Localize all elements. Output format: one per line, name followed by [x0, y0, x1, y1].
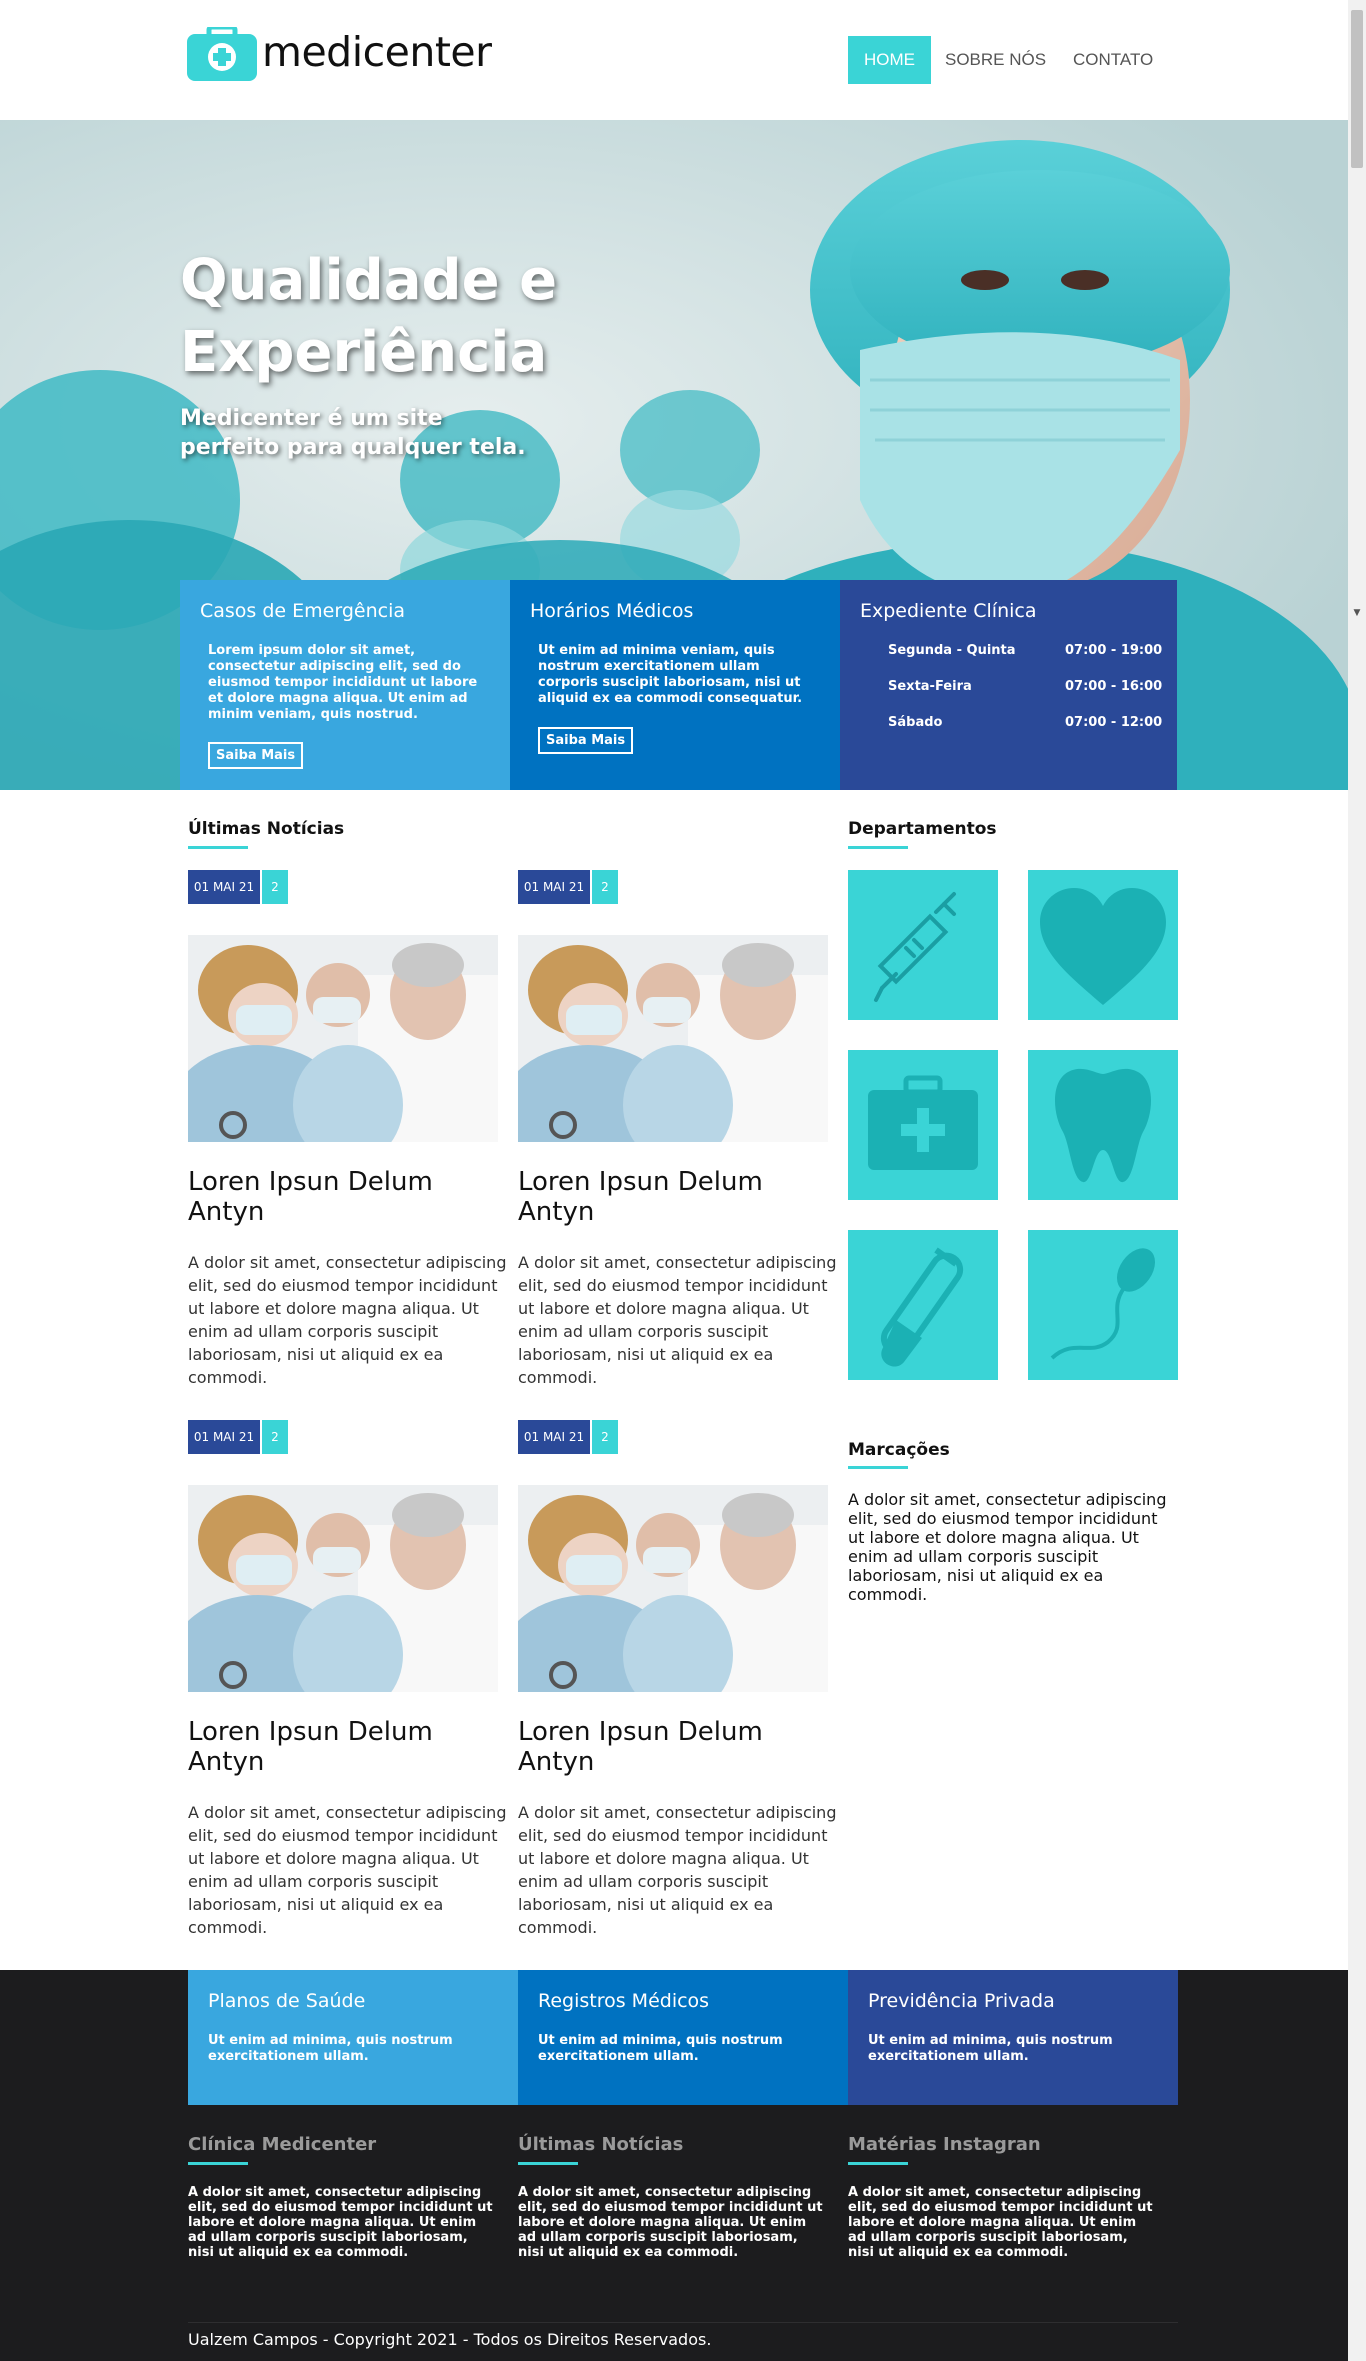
nav-sobre-nos[interactable]: SOBRE NÓS	[945, 36, 1046, 84]
post-image[interactable]	[188, 935, 498, 1142]
post-excerpt: A dolor sit amet, consectetur adipiscing…	[188, 1253, 507, 1387]
schedule-time: 07:00 - 19:00	[1065, 643, 1163, 658]
page-scrollbar[interactable]	[1348, 0, 1366, 2361]
heart-icon	[1040, 888, 1166, 1005]
post-title[interactable]: Loren Ipsun Delum Antyn	[518, 1717, 818, 1777]
footer-instagram-text: A dolor sit amet, consectetur adipiscing…	[848, 2185, 1153, 2260]
doctor-hours-title: Horários Médicos	[530, 600, 694, 622]
plan-text: Ut enim ad minima, quis nostrum exercita…	[208, 2033, 453, 2064]
post-excerpt: A dolor sit amet, consectetur adipiscing…	[518, 1253, 837, 1387]
post-date-badge: 01 MAI 21	[518, 1420, 590, 1454]
schedule-day: Sábado	[888, 715, 943, 730]
dept-tile-dental[interactable]	[1028, 1050, 1178, 1200]
scrollbar-thumb[interactable]	[1351, 10, 1363, 168]
site-header: medicenter HOME SOBRE NÓS CONTATO	[0, 0, 1348, 120]
post-excerpt: A dolor sit amet, consectetur adipiscing…	[518, 1803, 837, 1937]
doctors-photo	[188, 935, 498, 1142]
post-image[interactable]	[188, 1485, 498, 1692]
syringe-icon	[874, 892, 956, 1002]
post-date-badge: 01 MAI 21	[188, 870, 260, 904]
schedule-day: Segunda - Quinta	[888, 643, 1016, 658]
post-image[interactable]	[518, 1485, 828, 1692]
clinic-hours-box: Expediente Clínica Segunda - Quinta 07:0…	[840, 580, 1177, 790]
plan-title[interactable]: Registros Médicos	[538, 1990, 709, 2012]
clinic-hours-title: Expediente Clínica	[860, 600, 1037, 622]
post-image[interactable]	[518, 935, 828, 1142]
dept-tile-cardiology[interactable]	[1028, 870, 1178, 1020]
doctors-photo	[518, 1485, 828, 1692]
news-heading: Últimas Notícias	[188, 819, 345, 839]
doctor-hours-text: Ut enim ad minima veniam, quis nostrum e…	[538, 643, 803, 706]
schedule-time: 07:00 - 16:00	[1065, 679, 1163, 694]
doctor-hours-box: Horários Médicos Ut enim ad minima venia…	[510, 580, 840, 790]
post-title[interactable]: Loren Ipsun Delum Antyn	[188, 1167, 488, 1227]
dept-tile-laboratory[interactable]	[848, 1230, 998, 1380]
sperm-icon	[1050, 1248, 1156, 1360]
footer-heading-news: Últimas Notícias	[518, 2134, 684, 2155]
post-comment-count[interactable]: 2	[592, 870, 618, 904]
post-comment-count[interactable]: 2	[262, 870, 288, 904]
private-pension-box[interactable]: Previdência Privada Ut enim ad minima, q…	[848, 1970, 1178, 2105]
schedule-time: 07:00 - 12:00	[1065, 715, 1163, 730]
emergency-box: Casos de Emergência Lorem ipsum dolor si…	[180, 580, 510, 790]
footer-clinic-text: A dolor sit amet, consectetur adipiscing…	[188, 2185, 493, 2260]
emergency-title: Casos de Emergência	[200, 600, 406, 622]
post-title[interactable]: Loren Ipsun Delum Antyn	[518, 1167, 818, 1227]
tags-heading-underline	[848, 1466, 908, 1469]
dept-tile-syringe[interactable]	[848, 870, 998, 1020]
doctor-hours-more-button[interactable]: Saiba Mais	[538, 727, 634, 754]
footer-heading-instagram: Matérias Instagran	[848, 2134, 1041, 2155]
emergency-text: Lorem ipsum dolor sit amet, consectetur …	[208, 643, 478, 722]
plan-text: Ut enim ad minima, quis nostrum exercita…	[868, 2033, 1113, 2064]
schedule-day: Sexta-Feira	[888, 679, 972, 694]
scroll-down-arrow-icon[interactable]: ▼	[1351, 608, 1363, 622]
departments-heading: Departamentos	[848, 819, 997, 839]
plan-title[interactable]: Planos de Saúde	[208, 1990, 365, 2012]
plan-title[interactable]: Previdência Privada	[868, 1990, 1055, 2012]
test-tube-icon	[880, 1247, 964, 1367]
dept-tile-fertility[interactable]	[1028, 1230, 1178, 1380]
plan-text: Ut enim ad minima, quis nostrum exercita…	[538, 2033, 783, 2064]
footer-heading-clinic: Clínica Medicenter	[188, 2134, 377, 2155]
footer-heading-underline	[848, 2162, 908, 2165]
post-excerpt: A dolor sit amet, consectetur adipiscing…	[188, 1803, 507, 1937]
tags-text: A dolor sit amet, consectetur adipiscing…	[848, 1490, 1167, 1604]
doctors-photo	[518, 935, 828, 1142]
footer-heading-underline	[518, 2162, 578, 2165]
health-plans-box[interactable]: Planos de Saúde Ut enim ad minima, quis …	[188, 1970, 518, 2105]
medical-kit-logo-icon[interactable]	[187, 27, 257, 81]
footer-divider	[188, 2322, 1178, 2323]
hero-subtitle: Medicenter é um site perfeito para qualq…	[180, 406, 526, 460]
post-comment-count[interactable]: 2	[262, 1420, 288, 1454]
hero-title: Qualidade e Experiência	[180, 248, 558, 385]
post-date-badge: 01 MAI 21	[518, 870, 590, 904]
footer-heading-underline	[188, 2162, 248, 2165]
post-title[interactable]: Loren Ipsun Delum Antyn	[188, 1717, 488, 1777]
dept-tile-first-aid[interactable]	[848, 1050, 998, 1200]
emergency-more-button[interactable]: Saiba Mais	[208, 742, 304, 769]
post-comment-count[interactable]: 2	[592, 1420, 618, 1454]
nav-home[interactable]: HOME	[848, 36, 931, 84]
footer-news-text: A dolor sit amet, consectetur adipiscing…	[518, 2185, 823, 2260]
post-date-badge: 01 MAI 21	[188, 1420, 260, 1454]
nav-contato[interactable]: CONTATO	[1073, 36, 1153, 84]
brand-name[interactable]: medicenter	[262, 28, 492, 76]
first-aid-kit-icon	[868, 1075, 978, 1170]
news-heading-underline	[188, 846, 248, 849]
doctors-photo	[188, 1485, 498, 1692]
copyright-text: Ualzem Campos - Copyright 2021 - Todos o…	[188, 2330, 712, 2349]
tooth-icon	[1054, 1068, 1152, 1183]
tags-heading: Marcações	[848, 1440, 950, 1460]
medical-records-box[interactable]: Registros Médicos Ut enim ad minima, qui…	[518, 1970, 848, 2105]
departments-heading-underline	[848, 846, 908, 849]
